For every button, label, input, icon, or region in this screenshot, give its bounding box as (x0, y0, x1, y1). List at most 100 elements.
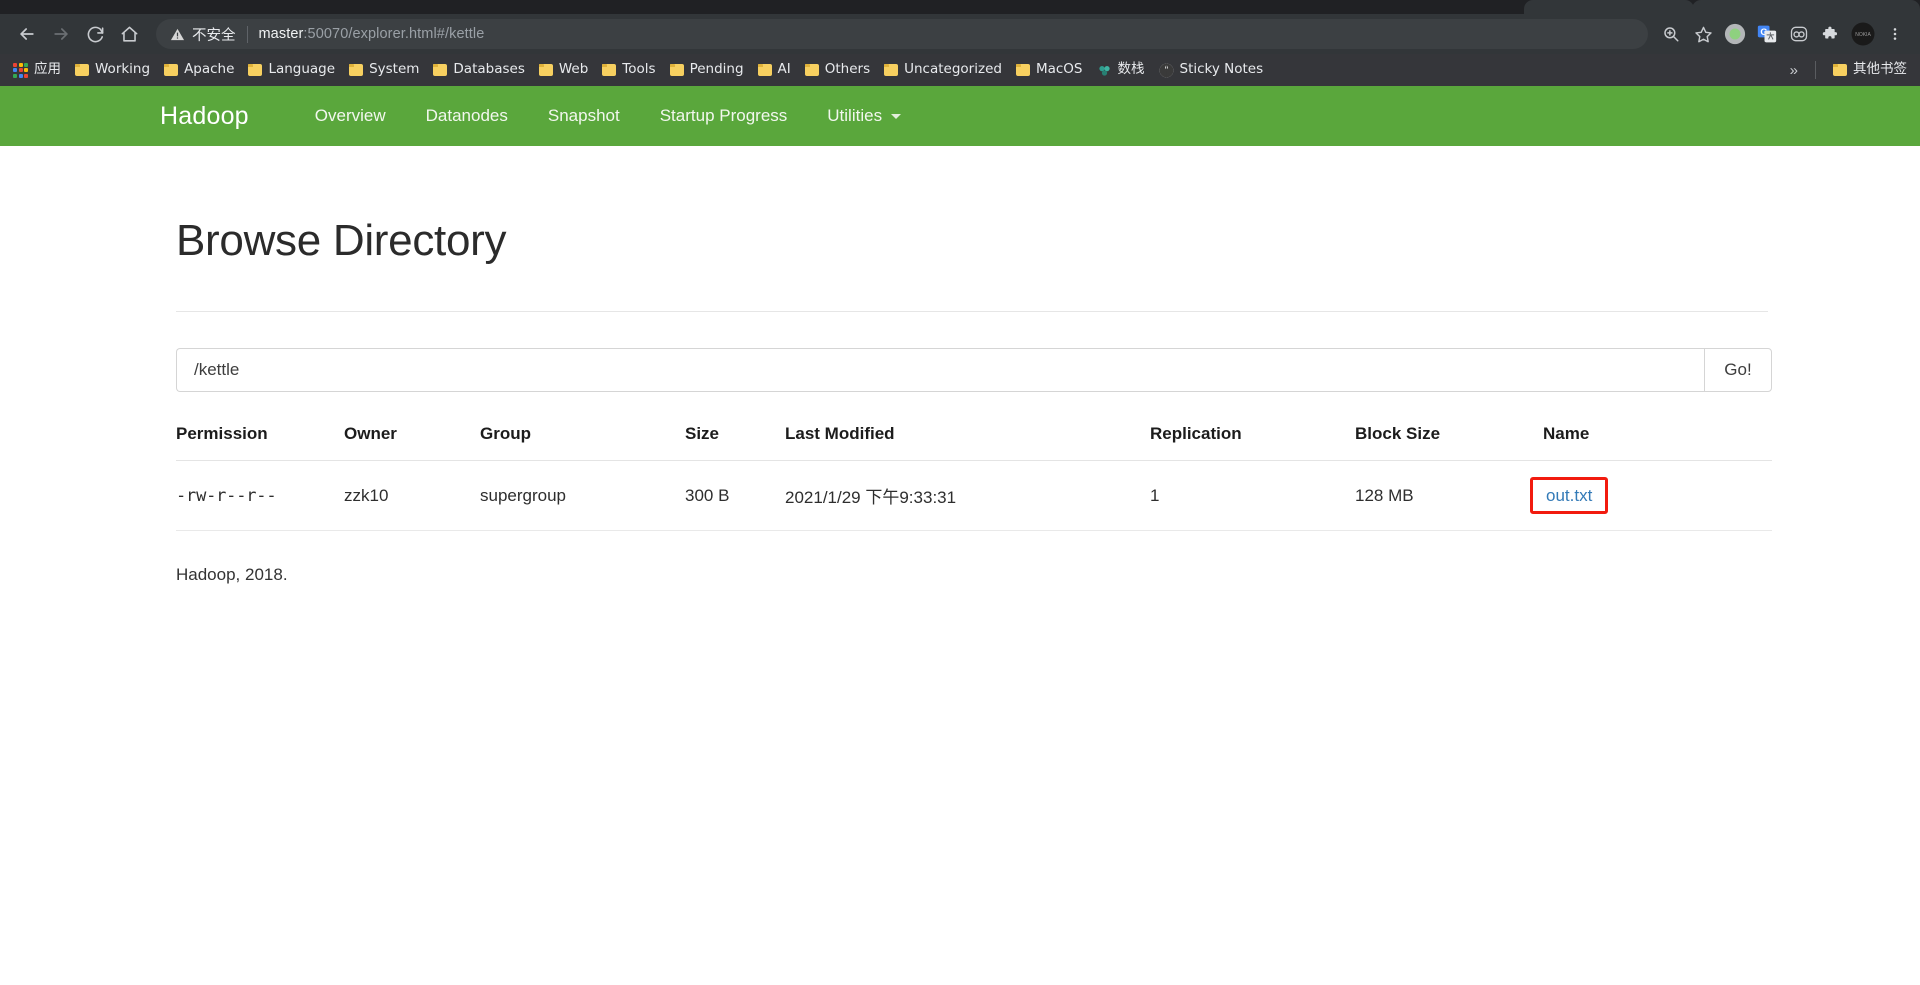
column-header-name[interactable]: Name (1543, 424, 1772, 461)
browser-tab-active[interactable] (1692, 0, 1920, 14)
table-header-row: Permission Owner Group Size Last Modifie… (176, 424, 1772, 461)
bookmark-item[interactable]: 数栈 (1090, 59, 1152, 82)
navbar-link-snapshot[interactable]: Snapshot (528, 106, 640, 126)
bookmark-item-label: Web (559, 63, 588, 77)
cell-size: 300 B (685, 461, 785, 531)
bookmark-item-label: System (369, 63, 419, 77)
column-header-group[interactable]: Group (480, 424, 685, 461)
bookmark-apps-label: 应用 (34, 63, 61, 77)
highlight-annotation: out.txt (1530, 477, 1608, 514)
bookmark-other-bookmarks[interactable]: 其他书签 (1826, 59, 1914, 81)
navbar-link-label: Datanodes (426, 106, 508, 126)
bookmarks-bar-right: » 其他书签 (1782, 59, 1914, 81)
go-button[interactable]: Go! (1704, 348, 1772, 392)
chrome-menu-icon[interactable] (1880, 19, 1910, 49)
home-icon[interactable] (112, 17, 146, 51)
folder-icon (248, 64, 262, 76)
arrow-right-icon[interactable] (44, 17, 78, 51)
directory-path-input[interactable] (176, 348, 1704, 392)
bookmark-item-label: Uncategorized (904, 63, 1002, 77)
column-header-size[interactable]: Size (685, 424, 785, 461)
directory-listing-table: Permission Owner Group Size Last Modifie… (176, 424, 1772, 531)
table-header: Permission Owner Group Size Last Modifie… (176, 424, 1772, 461)
chevron-down-icon (891, 114, 901, 119)
folder-icon (349, 64, 363, 76)
page-title: Browse Directory (176, 216, 1920, 266)
navbar-link-label: Snapshot (548, 106, 620, 126)
cell-last-modified: 2021/1/29 下午9:33:31 (785, 461, 1150, 531)
bookmark-item[interactable]: Uncategorized (877, 59, 1009, 81)
bookmark-item[interactable]: Others (798, 59, 877, 81)
pocket-extension-icon[interactable] (1784, 19, 1814, 49)
folder-icon (433, 64, 447, 76)
bookmark-item[interactable]: Language (241, 59, 342, 81)
bookmark-item[interactable]: AI (751, 59, 798, 81)
cell-block-size: 128 MB (1355, 461, 1543, 531)
zoom-icon[interactable] (1656, 19, 1686, 49)
hadoop-navbar: Hadoop Overview Datanodes Snapshot Startup … (0, 86, 1920, 146)
bookmark-other-bookmarks-label: 其他书签 (1853, 63, 1907, 77)
bookmark-item-label: Language (268, 63, 335, 77)
cell-group: supergroup (480, 461, 685, 531)
folder-icon (758, 64, 772, 76)
bookmark-item-label: Tools (622, 63, 655, 77)
bookmark-apps[interactable]: 应用 (6, 59, 68, 82)
bookmark-item[interactable]: Apache (157, 59, 241, 81)
site-favicon (1097, 63, 1112, 78)
column-header-owner[interactable]: Owner (344, 424, 480, 461)
navbar-link-overview[interactable]: Overview (295, 106, 406, 126)
extensions-puzzle-icon[interactable] (1816, 19, 1846, 49)
navbar-brand[interactable]: Hadoop (160, 102, 249, 131)
bookmark-item[interactable]: Sticky Notes (1152, 59, 1271, 82)
bookmark-item-label: AI (778, 63, 791, 77)
folder-icon (602, 64, 616, 76)
navbar-link-utilities[interactable]: Utilities (807, 106, 921, 126)
column-header-block-size[interactable]: Block Size (1355, 424, 1543, 461)
warning-triangle-icon (170, 27, 185, 42)
bookmark-item[interactable]: Tools (595, 59, 662, 81)
folder-icon (1016, 64, 1030, 76)
reload-icon[interactable] (78, 17, 112, 51)
cell-permission: -rw-r--r-- (176, 461, 344, 531)
browser-toolbar: 不安全 master:50070/explorer.html#/kettle G (0, 14, 1920, 54)
bookmarks-overflow-button[interactable]: » (1782, 62, 1805, 79)
url-path: :50070/explorer.html#/kettle (303, 26, 484, 42)
column-header-last-modified[interactable]: Last Modified (785, 424, 1150, 461)
security-status-label: 不安全 (192, 24, 236, 45)
omnibox-divider (247, 26, 248, 43)
bookmark-item-label: Others (825, 63, 870, 77)
profile-avatar-icon[interactable] (1720, 19, 1750, 49)
file-name-link[interactable]: out.txt (1546, 486, 1592, 505)
tab-strip[interactable] (0, 0, 1920, 14)
navbar-link-startup-progress[interactable]: Startup Progress (640, 106, 808, 126)
folder-icon (75, 64, 89, 76)
bookmark-item-label: Databases (453, 63, 524, 77)
bookmark-items: Working Apache Language System Databases Web T… (68, 59, 1270, 82)
user-avatar-icon[interactable]: NOKIA (1848, 19, 1878, 49)
bookmark-item[interactable]: Working (68, 59, 157, 81)
folder-icon (164, 64, 178, 76)
bookmark-item[interactable]: Databases (426, 59, 531, 81)
page-content: Hadoop Overview Datanodes Snapshot Startup … (0, 86, 1920, 585)
bookmark-item-label: MacOS (1036, 63, 1083, 77)
column-header-replication[interactable]: Replication (1150, 424, 1355, 461)
bookmark-star-icon[interactable] (1688, 19, 1718, 49)
bookmarks-separator (1815, 61, 1816, 79)
bookmark-item[interactable]: System (342, 59, 426, 81)
bookmark-item[interactable]: Web (532, 59, 595, 81)
bookmark-item-label: 数栈 (1118, 63, 1145, 77)
apps-grid-icon (13, 63, 28, 78)
folder-icon (884, 64, 898, 76)
arrow-left-icon[interactable] (10, 17, 44, 51)
navbar-link-label: Utilities (827, 106, 882, 126)
bookmark-item-label: Apache (184, 63, 234, 77)
address-bar[interactable]: 不安全 master:50070/explorer.html#/kettle (156, 19, 1648, 49)
folder-icon (1833, 64, 1847, 76)
bookmark-item[interactable]: MacOS (1009, 59, 1090, 81)
column-header-permission[interactable]: Permission (176, 424, 344, 461)
bookmark-item[interactable]: Pending (663, 59, 751, 81)
google-translate-icon[interactable]: G (1752, 19, 1782, 49)
navbar-link-datanodes[interactable]: Datanodes (406, 106, 528, 126)
browser-tab-inactive[interactable] (1524, 0, 1694, 14)
table-row: -rw-r--r--zzk10supergroup300 B2021/1/29 … (176, 461, 1772, 531)
